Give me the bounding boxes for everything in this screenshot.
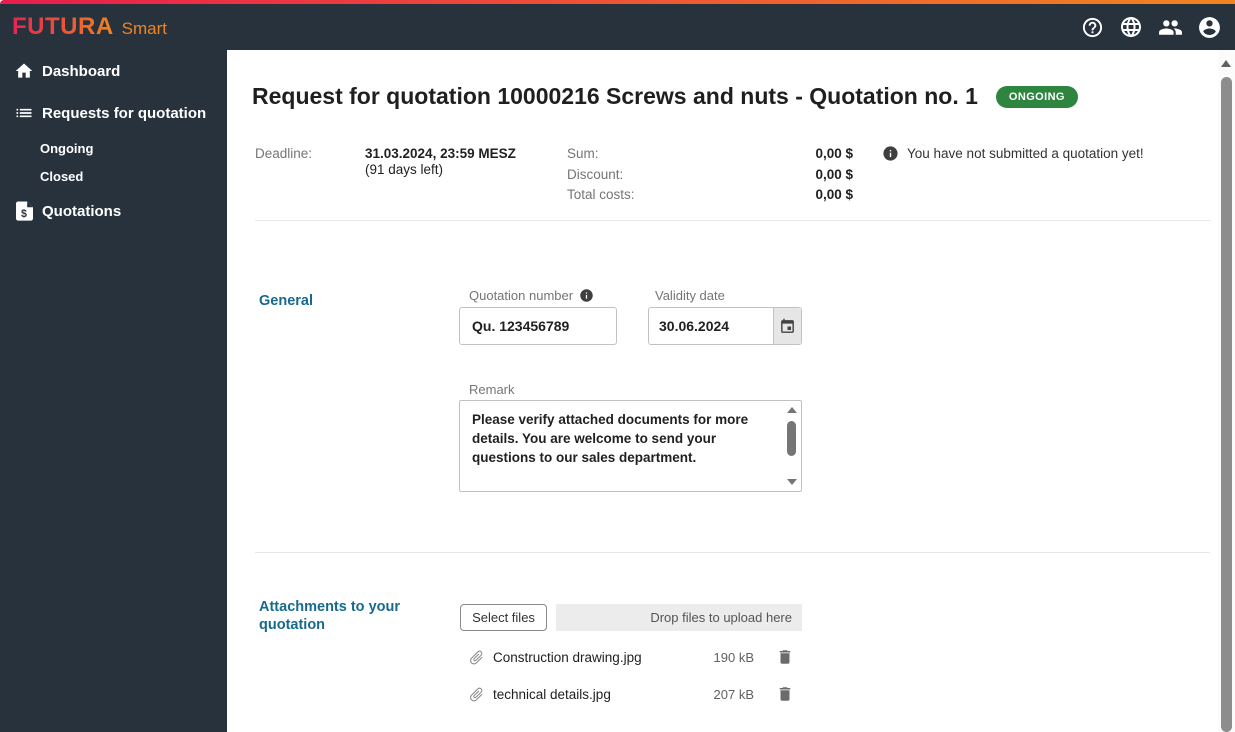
scroll-down-icon[interactable] <box>787 479 797 485</box>
remark-textarea[interactable]: Please verify attached documents for mor… <box>459 400 802 492</box>
sum-value: 0,00 $ <box>815 146 853 161</box>
sidebar-item-closed[interactable]: Closed <box>0 162 227 190</box>
attachment-file-name: technical details.jpg <box>493 686 611 702</box>
discount-value: 0,00 $ <box>815 166 853 182</box>
sidebar-item-quotations[interactable]: $ Quotations <box>0 190 227 232</box>
discount-label: Discount: <box>567 166 624 182</box>
page-title: Request for quotation 10000216 Screws an… <box>252 83 978 109</box>
header-icon-group <box>1077 12 1224 42</box>
deadline-value: 31.03.2024, 23:59 MESZ (91 days left) <box>365 146 516 177</box>
submission-info-text: You have not submitted a quotation yet! <box>907 146 1144 161</box>
trash-icon <box>776 685 794 703</box>
page-scroll-thumb[interactable] <box>1221 77 1232 732</box>
sidebar-item-label: Dashboard <box>42 62 121 80</box>
attachment-row: Construction drawing.jpg 190 kB <box>468 645 794 669</box>
page-scrollbar[interactable] <box>1218 50 1235 732</box>
scroll-up-icon[interactable] <box>787 407 797 413</box>
app-logo: FUTURA Smart <box>12 13 167 41</box>
file-dropzone[interactable]: Drop files to upload here <box>556 604 802 631</box>
general-section-title: General <box>259 293 313 309</box>
trash-icon <box>776 648 794 666</box>
paperclip-icon <box>464 645 488 669</box>
top-bar: FUTURA Smart <box>0 4 1235 50</box>
quotation-number-input[interactable] <box>459 307 617 345</box>
sidebar-subitem-label: Ongoing <box>40 140 94 156</box>
totals-table: Sum: 0,00 $ Discount: 0,00 $ Total costs… <box>567 146 853 208</box>
attachments-section-title: Attachments to your quotation <box>259 599 400 633</box>
language-globe-icon[interactable] <box>1116 12 1146 42</box>
home-icon <box>14 61 34 81</box>
help-icon[interactable] <box>1077 12 1107 42</box>
validity-date-label: Validity date <box>655 288 725 303</box>
submission-info: You have not submitted a quotation yet! <box>882 145 1144 162</box>
main-content: Request for quotation 10000216 Screws an… <box>227 50 1218 732</box>
status-badge: ONGOING <box>995 85 1078 108</box>
attachment-file-size: 207 kB <box>713 686 754 702</box>
sidebar-item-ongoing[interactable]: Ongoing <box>0 134 227 162</box>
quotation-number-label-text: Quotation number <box>469 288 574 303</box>
attachment-row: technical details.jpg 207 kB <box>468 682 794 706</box>
info-icon <box>882 145 899 162</box>
scroll-up-icon[interactable] <box>1221 60 1231 67</box>
remark-label: Remark <box>469 382 515 397</box>
validity-date-field <box>648 307 802 345</box>
users-icon[interactable] <box>1155 12 1185 42</box>
title-row: Request for quotation 10000216 Screws an… <box>252 83 1078 110</box>
remark-scroll-thumb[interactable] <box>787 421 796 456</box>
divider <box>255 552 1210 553</box>
calendar-picker-button[interactable] <box>773 308 801 344</box>
info-icon[interactable] <box>579 288 594 303</box>
quote-document-icon: $ <box>14 201 34 221</box>
sidebar-item-label: Quotations <box>42 202 122 220</box>
attachment-file-name: Construction drawing.jpg <box>493 649 642 665</box>
delete-attachment-button[interactable] <box>776 685 794 703</box>
deadline-date: 31.03.2024, 23:59 MESZ <box>365 146 516 161</box>
totals-row-discount: Discount: 0,00 $ <box>567 167 853 188</box>
divider <box>255 220 1210 221</box>
select-files-button[interactable]: Select files <box>460 604 547 631</box>
sidebar-subitem-label: Closed <box>40 168 84 184</box>
attachment-file-size: 190 kB <box>713 649 754 665</box>
remark-scrollbar[interactable] <box>783 402 800 490</box>
remark-text: Please verify attached documents for mor… <box>472 412 749 465</box>
total-costs-label: Total costs: <box>567 187 635 202</box>
delete-attachment-button[interactable] <box>776 648 794 666</box>
account-icon[interactable] <box>1194 12 1224 42</box>
sidebar-item-requests-for-quotation[interactable]: Requests for quotation <box>0 92 227 134</box>
totals-row-total-costs: Total costs: 0,00 $ <box>567 187 853 208</box>
logo-futura: FUTURA <box>12 13 114 40</box>
sidebar-item-label: Requests for quotation <box>42 104 207 122</box>
deadline-label: Deadline: <box>255 146 313 161</box>
logo-smart: Smart <box>121 19 167 38</box>
sidebar: Dashboard Requests for quotation Ongoing… <box>0 50 227 732</box>
total-costs-value: 0,00 $ <box>815 187 853 202</box>
svg-text:$: $ <box>21 208 27 220</box>
sidebar-item-dashboard[interactable]: Dashboard <box>0 50 227 92</box>
totals-row-sum: Sum: 0,00 $ <box>567 146 853 167</box>
validity-date-input[interactable] <box>649 308 773 344</box>
list-icon <box>14 103 34 123</box>
calendar-icon <box>779 318 796 335</box>
sum-label: Sum: <box>567 146 599 161</box>
paperclip-icon <box>464 682 488 706</box>
deadline-days-left: (91 days left) <box>365 162 444 177</box>
quotation-number-label: Quotation number <box>469 288 594 303</box>
